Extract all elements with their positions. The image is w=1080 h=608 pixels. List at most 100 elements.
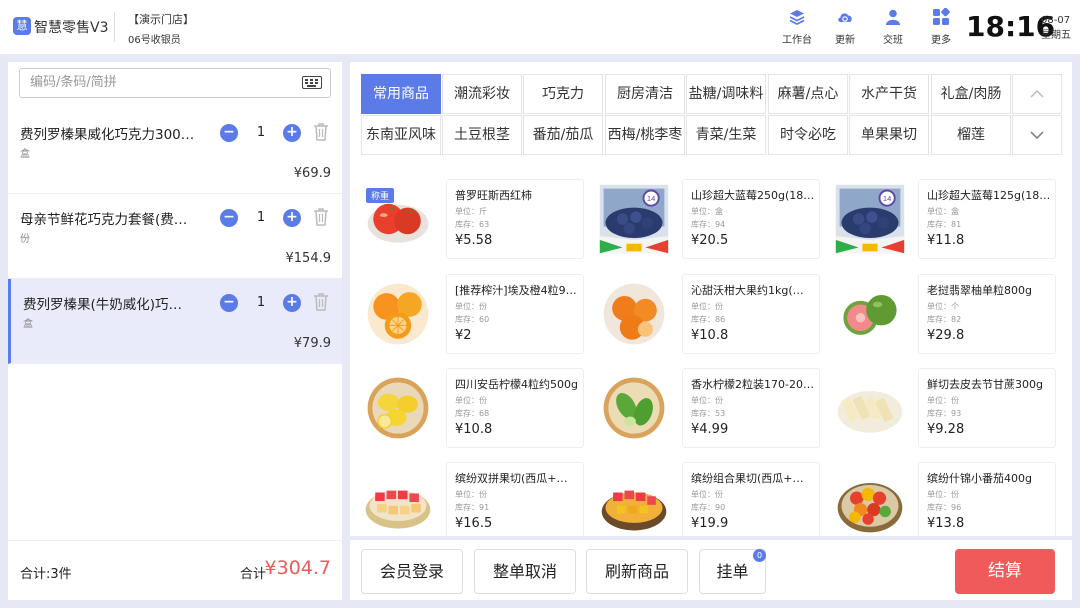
category-tab[interactable]: 礼盒/肉肠 xyxy=(931,74,1011,114)
trash-icon[interactable] xyxy=(313,207,329,227)
category-tab[interactable]: 时令必吃 xyxy=(768,115,848,155)
trash-icon[interactable] xyxy=(313,122,329,142)
product-image xyxy=(839,283,901,345)
product-card[interactable]: 缤纷双拼果切(西瓜+… 单位：份 库存：91 ¥16.5 xyxy=(350,462,585,536)
product-image xyxy=(367,283,429,345)
product-card[interactable]: 香水柠檬2粒装170-20… 单位：份 库存：53 ¥4.99 xyxy=(586,368,821,449)
product-card[interactable]: 14 山珍超大蓝莓250g(18… 单位：盒 库存：94 ¥20.5 xyxy=(586,179,821,260)
item-count: 合计:3件 xyxy=(20,567,72,582)
product-info: 山珍超大蓝莓250g(18… 单位：盒 库存：94 ¥20.5 xyxy=(682,179,820,259)
checkout-button[interactable]: 结算 xyxy=(955,549,1055,594)
product-card[interactable]: [推荐榨汁]埃及橙4粒9… 单位：份 库存：60 ¥2 xyxy=(350,274,585,355)
product-card[interactable]: 鲜切去皮去节甘蔗300g 单位：份 库存：93 ¥9.28 xyxy=(822,368,1057,449)
product-unit: 单位：份 xyxy=(691,396,723,405)
product-price: ¥4.99 xyxy=(691,422,729,437)
product-image xyxy=(365,490,431,529)
product-unit: 单位：盒 xyxy=(927,207,959,216)
category-tab[interactable]: 西梅/桃李枣 xyxy=(605,115,685,155)
product-stock: 库存：63 xyxy=(455,220,490,229)
grid-icon xyxy=(933,8,950,25)
product-name: 普罗旺斯西红柿 xyxy=(455,189,532,202)
category-tab[interactable]: 水产干货 xyxy=(849,74,929,114)
cart-item-unit: 份 xyxy=(20,234,30,245)
category-tab[interactable]: 潮流彩妆 xyxy=(442,74,522,114)
product-unit: 单位：斤 xyxy=(455,207,487,216)
decrease-qty-button[interactable]: − xyxy=(220,124,238,142)
category-tab[interactable]: 厨房清洁 xyxy=(605,74,685,114)
cart-footer: 合计:3件 合计 ¥304.7 xyxy=(8,540,342,600)
update-button[interactable]: 更新 xyxy=(823,8,867,46)
shift-handover-label: 交班 xyxy=(883,35,903,46)
product-info: 缤纷组合果切(西瓜+… 单位：份 库存：90 ¥19.9 xyxy=(682,462,820,536)
hang-order-label: 挂单 xyxy=(716,562,749,581)
product-card[interactable]: 老挝翡翠柚单粒800g 单位：个 库存：82 ¥29.8 xyxy=(822,274,1057,355)
category-tab[interactable]: 麻薯/点心 xyxy=(768,74,848,114)
product-card[interactable]: 缤纷什锦小番茄400g 单位：份 库存：96 ¥13.8 xyxy=(822,462,1057,536)
product-stock: 库存：93 xyxy=(927,409,962,418)
product-image xyxy=(603,283,665,345)
product-stock: 库存：90 xyxy=(691,503,726,512)
product-info: 四川安岳柠檬4粒约500g 单位：份 库存：68 ¥10.8 xyxy=(446,368,584,448)
trash-icon[interactable] xyxy=(313,292,329,312)
category-tab[interactable]: 土豆根茎 xyxy=(442,115,522,155)
update-label: 更新 xyxy=(835,35,855,46)
product-image xyxy=(837,483,903,533)
category-scroll-down-button[interactable] xyxy=(1012,115,1062,155)
product-price: ¥10.8 xyxy=(455,422,493,437)
refresh-products-button[interactable]: 刷新商品 xyxy=(586,549,688,594)
workbench-button[interactable]: 工作台 xyxy=(775,8,819,46)
product-card[interactable]: 沁甜沃柑大果约1kg(… 单位：份 库存：86 ¥10.8 xyxy=(586,274,821,355)
increase-qty-button[interactable]: + xyxy=(283,209,301,227)
category-tab[interactable]: 常用商品 xyxy=(361,74,441,114)
hang-order-button[interactable]: 挂单 0 xyxy=(699,549,766,594)
category-tab[interactable]: 巧克力 xyxy=(523,74,603,114)
header-divider xyxy=(114,12,115,42)
member-login-button[interactable]: 会员登录 xyxy=(361,549,463,594)
cancel-order-button[interactable]: 整单取消 xyxy=(474,549,576,594)
decrease-qty-button[interactable]: − xyxy=(220,209,238,227)
store-name: 【演示门店】 xyxy=(128,13,194,26)
product-stock: 库存：86 xyxy=(691,315,726,324)
cart-item-selected[interactable]: 费列罗榛果(牛奶威化)巧… 盒 − 1 + ¥79.9 xyxy=(8,279,342,364)
increase-qty-button[interactable]: + xyxy=(283,294,301,312)
product-box-badge: 14 xyxy=(883,194,891,203)
product-stock: 库存：94 xyxy=(691,220,726,229)
product-info: 山珍超大蓝莓125g(18… 单位：盒 库存：81 ¥11.8 xyxy=(918,179,1056,259)
product-name: [推荐榨汁]埃及橙4粒9… xyxy=(455,284,577,297)
app-title: 智慧零售V3 xyxy=(34,20,109,36)
more-button[interactable]: 更多 xyxy=(919,8,963,46)
product-info: [推荐榨汁]埃及橙4粒9… 单位：份 库存：60 ¥2 xyxy=(446,274,584,354)
shift-handover-button[interactable]: 交班 xyxy=(871,8,915,46)
user-icon xyxy=(886,9,900,25)
increase-qty-button[interactable]: + xyxy=(283,124,301,142)
category-tab[interactable]: 单果果切 xyxy=(849,115,929,155)
search-placeholder: 编码/条码/简拼 xyxy=(30,75,117,90)
cart-item[interactable]: 母亲节鲜花巧克力套餐(费… 份 − 1 + ¥154.9 xyxy=(8,194,342,279)
cart-item-name: 费列罗榛果(牛奶威化)巧… xyxy=(23,297,183,313)
product-card[interactable]: 缤纷组合果切(西瓜+… 单位：份 库存：90 ¥19.9 xyxy=(586,462,821,536)
category-tab[interactable]: 榴莲 xyxy=(931,115,1011,155)
product-card[interactable]: 四川安岳柠檬4粒约500g 单位：份 库存：68 ¥10.8 xyxy=(350,368,585,449)
cart-item[interactable]: 费列罗榛果威化巧克力300… 盒 − 1 + ¥69.9 xyxy=(8,109,342,194)
chevron-up-icon xyxy=(1030,89,1044,98)
product-card[interactable]: 14 山珍超大蓝莓125g(18… 单位：盒 库存：81 ¥11.8 xyxy=(822,179,1057,260)
app-logo-icon: 慧 xyxy=(13,17,31,35)
category-tab[interactable]: 青菜/生菜 xyxy=(686,115,766,155)
product-image xyxy=(837,390,903,433)
weekday-text: 星期五 xyxy=(1041,30,1071,41)
decrease-qty-button[interactable]: − xyxy=(220,294,238,312)
keyboard-icon[interactable] xyxy=(302,76,322,89)
product-stock: 库存：68 xyxy=(455,409,490,418)
product-name: 山珍超大蓝莓250g(18… xyxy=(691,189,815,202)
clock-date: 08-07 星期五 xyxy=(1041,13,1071,43)
category-tab[interactable]: 番茄/茄瓜 xyxy=(523,115,603,155)
category-tab[interactable]: 盐糖/调味料 xyxy=(686,74,766,114)
search-input[interactable]: 编码/条码/简拼 xyxy=(19,68,331,98)
product-price: ¥13.8 xyxy=(927,516,965,531)
category-tab[interactable]: 东南亚风味 xyxy=(361,115,441,155)
product-info: 普罗旺斯西红柿 单位：斤 库存：63 ¥5.58 xyxy=(446,179,584,259)
product-card[interactable]: 称重 普罗旺斯西红柿 单位：斤 库存：63 ¥5.58 xyxy=(350,179,585,260)
product-name: 缤纷什锦小番茄400g xyxy=(927,472,1032,485)
category-scroll-up-button[interactable] xyxy=(1012,74,1062,114)
product-price: ¥2 xyxy=(455,328,472,343)
